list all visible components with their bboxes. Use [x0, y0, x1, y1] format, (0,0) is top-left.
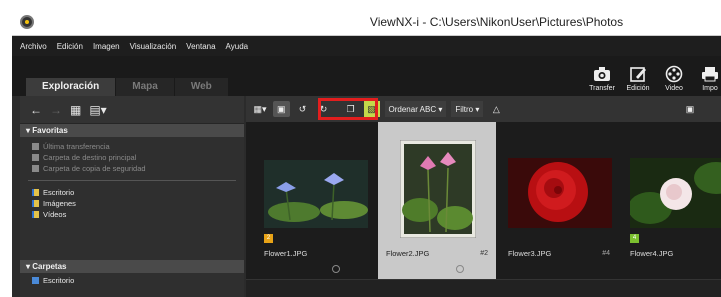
- size-toggle-icon[interactable]: ▣: [682, 101, 698, 117]
- tab-web[interactable]: Web: [174, 78, 228, 96]
- thumbnail-filename: Flower1.JPG: [264, 249, 308, 258]
- sort-dropdown[interactable]: Ordenar ABC ▾: [384, 101, 447, 117]
- fav-desktop[interactable]: Escritorio: [20, 187, 244, 198]
- browser-toolbar: ▦▾ ▣ ↺ ↻ ❐ ▧ Ordenar ABC ▾ Filtro ▾ △ ▣: [246, 96, 721, 122]
- thumbnail-filename: Flower3.JPG: [508, 249, 552, 258]
- fav-last-transfer[interactable]: Última transferencia: [20, 141, 244, 152]
- folder-icon: [32, 143, 39, 150]
- back-arrow-icon[interactable]: ←: [30, 103, 42, 117]
- app-window: ViewNX-i - C:\Users\NikonUser\Pictures\P…: [12, 8, 721, 297]
- transfer-button[interactable]: Transfer: [585, 58, 619, 92]
- photo-flower3: [508, 158, 612, 228]
- rotate-left-icon: ↺: [298, 103, 307, 114]
- view-options-icon[interactable]: ▤▾: [89, 103, 106, 117]
- workspace-tools: Transfer Edición Video Impo: [583, 58, 721, 92]
- filter-label: Filtro: [455, 104, 474, 114]
- menu-edicion[interactable]: Edición: [57, 42, 83, 51]
- thumbnail-flower1[interactable]: 2 Flower1.JPG: [250, 122, 368, 282]
- desktop-folder-icon: [32, 277, 39, 284]
- edit-button[interactable]: Edición: [621, 58, 655, 92]
- photo-flower4: [630, 158, 721, 228]
- color-label-badge: 2: [264, 234, 273, 243]
- menu-archivo[interactable]: Archivo: [20, 42, 47, 51]
- print-button[interactable]: Impo: [693, 58, 721, 92]
- tab-exploracion[interactable]: Exploración: [26, 78, 116, 96]
- browser-pane: ▦▾ ▣ ↺ ↻ ❐ ▧ Ordenar ABC ▾ Filtro ▾ △ ▣: [246, 96, 721, 297]
- edit-icon: [630, 67, 646, 82]
- favorites-title: Favoritas: [32, 126, 68, 135]
- folder-label: Escritorio: [43, 276, 75, 285]
- video-label: Video: [665, 85, 683, 92]
- rotate-buttons-highlight: [318, 98, 378, 120]
- transfer-label: Transfer: [589, 85, 615, 92]
- edit-label: Edición: [626, 85, 650, 92]
- desktop-folder-icon: [32, 189, 39, 196]
- gps-icon: [332, 265, 340, 273]
- film-reel-icon: [665, 65, 683, 83]
- gps-icon: [456, 265, 464, 273]
- thumbnail-filename: Flower4.JPG: [630, 249, 674, 258]
- camera-icon: [594, 67, 610, 81]
- fav-label: Carpeta de destino principal: [43, 153, 137, 162]
- forward-arrow-icon[interactable]: →: [50, 103, 62, 117]
- fav-label: Escritorio: [43, 188, 75, 197]
- folders-title: Carpetas: [32, 262, 67, 271]
- tab-mapa[interactable]: Mapa: [116, 78, 174, 96]
- folder-icon: [32, 165, 39, 172]
- warning-icon[interactable]: △: [488, 101, 504, 117]
- rotate-left-button[interactable]: ↺: [295, 101, 311, 117]
- photo-flower1: [264, 160, 368, 228]
- folder-tree-icon[interactable]: ▦: [70, 103, 81, 117]
- menu-visualizacion[interactable]: Visualización: [130, 42, 177, 51]
- fav-backup-folder[interactable]: Carpeta de copia de seguridad: [20, 163, 244, 174]
- fav-label: Última transferencia: [43, 142, 110, 151]
- title-bar: ViewNX-i - C:\Users\NikonUser\Pictures\P…: [12, 8, 721, 36]
- folder-desktop[interactable]: Escritorio: [20, 275, 244, 286]
- thumbnail-grid-button[interactable]: ▦▾: [252, 101, 268, 117]
- thumbnail-number: #2: [480, 250, 488, 257]
- status-strip: [246, 279, 721, 297]
- fav-label: Carpeta de copia de seguridad: [43, 164, 146, 173]
- thumbnail-flower3[interactable]: Flower3.JPG #4: [500, 122, 618, 282]
- favorites-header[interactable]: ▾ Favoritas: [20, 124, 244, 137]
- sort-label: Ordenar ABC: [388, 104, 437, 114]
- thumbnail-number: #4: [602, 250, 610, 257]
- filter-dropdown[interactable]: Filtro ▾: [451, 101, 484, 117]
- viewer-mode-button[interactable]: ▣: [273, 101, 290, 117]
- collapse-arrow-icon: ▾: [26, 126, 31, 135]
- pictures-folder-icon: [32, 200, 39, 207]
- thumbnail-grid: 2 Flower1.JPG Flower2.JPG #2 Flower3.JPG…: [246, 122, 721, 297]
- videos-folder-icon: [32, 211, 39, 218]
- navigation-panel: ← → ▦ ▤▾ ▾ Favoritas Última transferenci…: [20, 96, 244, 297]
- thumbnail-filename: Flower2.JPG: [386, 249, 430, 258]
- thumbnail-flower2[interactable]: Flower2.JPG #2: [378, 122, 496, 282]
- fav-label: Imágenes: [43, 199, 76, 208]
- thumbnail-flower4[interactable]: 4 Flower4.JPG #3: [622, 122, 721, 282]
- history-nav: ← → ▦ ▤▾: [20, 96, 244, 124]
- fav-videos[interactable]: Vídeos: [20, 209, 244, 220]
- fav-label: Vídeos: [43, 210, 67, 219]
- video-button[interactable]: Video: [657, 58, 691, 92]
- printer-icon: [702, 67, 718, 82]
- fav-main-destination[interactable]: Carpeta de destino principal: [20, 152, 244, 163]
- fav-pictures[interactable]: Imágenes: [20, 198, 244, 209]
- divider: [28, 180, 236, 181]
- menu-ayuda[interactable]: Ayuda: [226, 42, 249, 51]
- photo-flower2: [400, 140, 476, 238]
- workspace-tabs: Exploración Mapa Web: [26, 78, 229, 96]
- folder-icon: [32, 154, 39, 161]
- print-label: Impo: [702, 85, 718, 92]
- collapse-arrow-icon: ▾: [26, 262, 31, 271]
- menu-ventana[interactable]: Ventana: [186, 42, 215, 51]
- workspace-bar: Exploración Mapa Web Transfer Edición Vi…: [12, 56, 721, 96]
- window-title: ViewNX-i - C:\Users\NikonUser\Pictures\P…: [369, 15, 624, 29]
- menu-imagen[interactable]: Imagen: [93, 42, 120, 51]
- color-label-badge: 4: [630, 234, 639, 243]
- menu-bar: Archivo Edición Imagen Visualización Ven…: [12, 36, 721, 56]
- folders-header[interactable]: ▾ Carpetas: [20, 260, 244, 273]
